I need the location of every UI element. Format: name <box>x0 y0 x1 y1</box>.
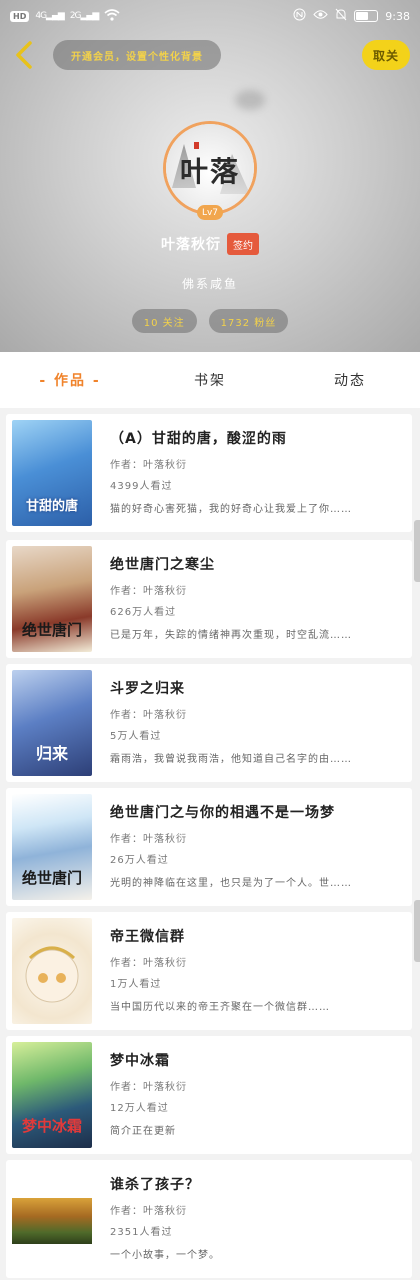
book-author: 作者：叶落秋衍 <box>110 958 187 969</box>
book-card[interactable]: 绝世唐门 绝世唐门之与你的相遇不是一场梦 作者：叶落秋衍 26万人看过 光明的神… <box>6 788 412 906</box>
book-views: 12万人看过 <box>110 1103 169 1114</box>
book-cover: 绝世唐门 <box>12 546 92 652</box>
book-views: 1万人看过 <box>110 979 162 990</box>
book-card[interactable]: 梦中冰霜 梦中冰霜 作者：叶落秋衍 12万人看过 简介正在更新 <box>6 1036 412 1154</box>
book-description: 霜雨浩，我曾说我雨浩，他知道自己名字的由…… <box>110 754 352 765</box>
eye-icon <box>313 9 328 23</box>
hd-icon: HD <box>10 10 30 22</box>
tab-bookshelf[interactable]: 书架 <box>140 352 280 408</box>
scroll-indicator[interactable] <box>414 520 420 582</box>
book-card[interactable]: 归来 斗罗之归来 作者：叶落秋衍 5万人看过 霜雨浩，我曾说我雨浩，他知道自己名… <box>6 664 412 782</box>
book-description: 光明的神降临在这里，也只是为了一个人。世…… <box>110 878 352 889</box>
scroll-indicator[interactable] <box>414 900 420 962</box>
book-description: 猫的好奇心害死猫，我的好奇心让我爱上了你…… <box>110 504 352 515</box>
vip-background-prompt[interactable]: 开通会员，设置个性化背景 <box>53 40 221 70</box>
signed-badge: 签约 <box>227 233 259 255</box>
signal-4g-icon: 4G▂▄▆ <box>35 11 64 21</box>
book-cover: 归来 <box>12 670 92 776</box>
ink-decoration <box>235 90 265 110</box>
stats-row: 10 关注 1732 粉丝 <box>0 309 420 333</box>
book-card[interactable]: 谁杀了孩子？ 作者：叶落秋衍 2351人看过 一个小故事，一个梦。 <box>6 1160 412 1278</box>
name-row: 叶落秋衍 签约 <box>0 233 420 255</box>
back-button[interactable] <box>10 40 38 70</box>
book-title: 绝世唐门之与你的相遇不是一场梦 <box>110 805 335 821</box>
book-card[interactable]: 帝王微信群 作者：叶落秋衍 1万人看过 当中国历代以来的帝王齐聚在一个微信群…… <box>6 912 412 1030</box>
battery-icon <box>354 10 379 22</box>
book-cover: 梦中冰霜 <box>12 1042 92 1148</box>
book-title: 梦中冰霜 <box>110 1053 170 1069</box>
book-title: 绝世唐门之寒尘 <box>110 557 215 573</box>
book-description: 当中国历代以来的帝王齐聚在一个微信群…… <box>110 1002 330 1013</box>
avatar[interactable]: 叶落 <box>163 121 257 215</box>
avatar-calligraphy: 叶落 <box>179 155 240 188</box>
book-cover <box>12 918 92 1024</box>
username: 叶落秋衍 <box>161 237 221 253</box>
book-description: 已是万年，失踪的情绪神再次重现，时空乱流…… <box>110 630 352 641</box>
book-title: 谁杀了孩子？ <box>110 1177 200 1193</box>
user-motto: 佛系咸鱼 <box>181 277 238 291</box>
signal-2g-icon: 2G▂▄▆ <box>69 11 99 21</box>
tab-activity[interactable]: 动态 <box>280 352 420 408</box>
level-badge: Lv7 <box>197 205 223 220</box>
nfc-icon <box>293 8 306 24</box>
book-card[interactable]: 绝世唐门 绝世唐门之寒尘 作者：叶落秋衍 626万人看过 已是万年，失踪的情绪神… <box>6 540 412 658</box>
clock: 9:38 <box>385 9 410 23</box>
book-author: 作者：叶落秋衍 <box>110 460 187 471</box>
seal-mark <box>194 142 199 149</box>
status-bar: HD 4G▂▄▆ 2G▂▄▆ 9:38 <box>0 0 420 32</box>
book-author: 作者：叶落秋衍 <box>110 586 187 597</box>
followers-count[interactable]: 1732 粉丝 <box>208 309 289 333</box>
book-title: 斗罗之归来 <box>110 681 185 697</box>
mute-bell-icon <box>335 8 347 24</box>
profile-tabs: - 作品 - 书架 动态 <box>0 352 420 408</box>
book-cover <box>12 1166 92 1272</box>
book-cover: 绝世唐门 <box>12 794 92 900</box>
chibi-illustration <box>25 946 79 1003</box>
book-author: 作者：叶落秋衍 <box>110 710 187 721</box>
book-description: 一个小故事，一个梦。 <box>110 1250 220 1261</box>
chevron-left-icon <box>16 41 32 69</box>
following-count[interactable]: 10 关注 <box>131 309 197 333</box>
book-author: 作者：叶落秋衍 <box>110 1206 187 1217</box>
book-title: 帝王微信群 <box>110 929 185 945</box>
book-title: （A）甘甜的唐，酸涩的雨 <box>110 431 287 447</box>
book-card[interactable]: 甘甜的唐 （A）甘甜的唐，酸涩的雨 作者：叶落秋衍 4399人看过 猫的好奇心害… <box>6 414 412 532</box>
wifi-icon <box>104 8 120 24</box>
tab-works[interactable]: - 作品 - <box>0 352 140 408</box>
book-views: 26万人看过 <box>110 855 169 866</box>
book-views: 2351人看过 <box>110 1227 173 1238</box>
book-views: 5万人看过 <box>110 731 162 742</box>
book-views: 626万人看过 <box>110 607 177 618</box>
book-author: 作者：叶落秋衍 <box>110 1082 187 1093</box>
book-views: 4399人看过 <box>110 481 173 492</box>
book-description: 简介正在更新 <box>110 1126 176 1137</box>
book-author: 作者：叶落秋衍 <box>110 834 187 845</box>
unfollow-button[interactable]: 取关 <box>362 40 410 70</box>
profile-header: HD 4G▂▄▆ 2G▂▄▆ 9:38 开通会员，设置个性化背景 取关 叶落 L… <box>0 0 420 352</box>
book-cover: 甘甜的唐 <box>12 420 92 526</box>
